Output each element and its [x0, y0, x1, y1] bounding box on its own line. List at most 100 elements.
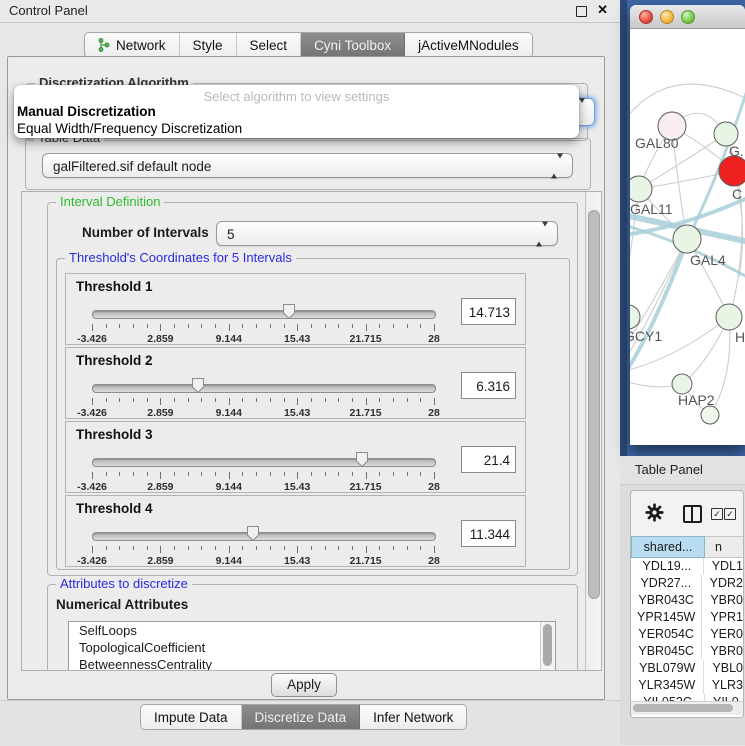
table-row[interactable]: YBR045CYBR0	[631, 643, 743, 660]
slider-track[interactable]	[92, 384, 436, 393]
slider-track[interactable]	[92, 458, 436, 467]
dropdown-option-manual[interactable]: Manual Discretization	[14, 104, 579, 121]
threshold-value-field[interactable]: 11.344	[461, 520, 516, 547]
slider-thumb[interactable]	[246, 525, 260, 542]
scrollbar-thumb[interactable]	[588, 210, 600, 599]
tab-style[interactable]: Style	[180, 33, 237, 57]
minimize-traffic-light-icon[interactable]	[660, 10, 674, 24]
table-data-combobox[interactable]: galFiltered.sif default node	[42, 153, 573, 178]
table-row[interactable]: YDR27...YDR2	[631, 575, 743, 592]
network-node[interactable]	[719, 156, 745, 186]
threshold-slider[interactable]: -3.4262.8599.14415.4321.71528	[92, 376, 434, 416]
show-columns-icon[interactable]	[683, 505, 702, 523]
list-scrollbar[interactable]	[540, 622, 555, 671]
apply-button[interactable]: Apply	[271, 673, 337, 697]
table-row[interactable]: YLR345WYLR3	[631, 677, 743, 694]
network-node[interactable]	[672, 374, 692, 394]
select-all-checkbox-icon[interactable]: ✓	[711, 508, 723, 520]
cell-name[interactable]: YBL0	[704, 660, 743, 677]
threshold-value-field[interactable]: 21.4	[461, 446, 516, 473]
tick-mark	[106, 472, 107, 476]
table-row[interactable]: YER054CYER0	[631, 626, 743, 643]
threshold-slider[interactable]: -3.4262.8599.14415.4321.71528	[92, 524, 434, 564]
threshold-slider[interactable]: -3.4262.8599.14415.4321.71528	[92, 302, 434, 342]
slider-track[interactable]	[92, 532, 436, 541]
cell-shared-name[interactable]: YLR345W	[631, 677, 704, 694]
tick-mark	[92, 472, 93, 479]
float-window-icon[interactable]	[576, 6, 587, 17]
tick-mark	[92, 546, 93, 553]
tick-mark	[311, 324, 312, 328]
attribute-item[interactable]: TopologicalCoefficient	[69, 639, 555, 656]
table-panel: ✓ ✓ shared... n YDL19...YDL1YDR27...YDR2…	[630, 490, 744, 718]
column-header-shared-name[interactable]: shared...	[631, 536, 705, 558]
cell-shared-name[interactable]: YDL19...	[631, 558, 704, 575]
cell-name[interactable]: YBR0	[702, 643, 743, 660]
threshold-value-field[interactable]: 6.316	[461, 372, 516, 399]
table-horizontal-scrollbar[interactable]	[631, 701, 743, 715]
tab-cyni-toolbox[interactable]: Cyni Toolbox	[301, 33, 405, 57]
attribute-item[interactable]: SelfLoops	[69, 622, 555, 639]
numerical-attributes-list[interactable]: SelfLoopsTopologicalCoefficientBetweenne…	[68, 621, 556, 671]
tick-mark	[160, 398, 161, 405]
close-traffic-light-icon[interactable]	[639, 10, 653, 24]
dropdown-option-equal-width[interactable]: Equal Width/Frequency Discretization	[14, 121, 579, 138]
settings-vertical-scrollbar[interactable]	[585, 192, 601, 670]
tick-mark	[366, 472, 367, 479]
tab-discretize-data[interactable]: Discretize Data	[242, 705, 361, 729]
tab-select[interactable]: Select	[237, 33, 302, 57]
cell-shared-name[interactable]: YER054C	[631, 626, 702, 643]
tick-mark	[106, 398, 107, 402]
table-row[interactable]: YBR043CYBR0	[631, 592, 743, 609]
threshold-value-field[interactable]: 14.713	[461, 298, 516, 325]
scrollbar-thumb[interactable]	[633, 704, 733, 712]
cell-name[interactable]: YDR2	[702, 575, 743, 592]
attribute-item[interactable]: BetweennessCentrality	[69, 656, 555, 671]
tick-label: 2.859	[147, 481, 173, 493]
tab-network[interactable]: Network	[85, 33, 180, 57]
gear-icon[interactable]	[645, 503, 664, 522]
cell-name[interactable]: YLR3	[704, 677, 743, 694]
tick-mark	[174, 324, 175, 328]
cell-shared-name[interactable]: YBR045C	[631, 643, 702, 660]
column-header-name[interactable]: n	[705, 536, 743, 558]
network-node[interactable]	[701, 406, 719, 424]
tick-mark	[325, 546, 326, 550]
table-row[interactable]: YDL19...YDL1	[631, 558, 743, 575]
tick-label: 9.144	[216, 407, 242, 419]
network-node[interactable]	[673, 225, 701, 253]
network-node[interactable]	[630, 176, 652, 202]
tab-jactivemnodules[interactable]: jActiveMNodules	[405, 33, 532, 57]
cell-name[interactable]: YDL1	[704, 558, 743, 575]
select-column-checkbox-icon[interactable]: ✓	[724, 508, 736, 520]
close-icon[interactable]: ✕	[597, 2, 608, 18]
table-row[interactable]: YBL079WYBL0	[631, 660, 743, 677]
cell-name[interactable]: YBR0	[702, 592, 743, 609]
tick-mark	[393, 472, 394, 476]
threshold-slider[interactable]: -3.4262.8599.14415.4321.71528	[92, 450, 434, 490]
cell-shared-name[interactable]: YBR043C	[631, 592, 702, 609]
slider-thumb[interactable]	[282, 303, 296, 320]
tick-mark	[215, 546, 216, 550]
cell-name[interactable]: YER0	[702, 626, 743, 643]
tab-infer-network[interactable]: Infer Network	[360, 705, 466, 729]
tick-label: 15.43	[284, 333, 310, 345]
cell-name[interactable]: YPR1	[702, 609, 743, 626]
tab-label: Network	[116, 34, 166, 57]
slider-track[interactable]	[92, 310, 436, 319]
network-canvas[interactable]: GAL80G.CGAL11GAL4GCY1HHAP2	[630, 29, 745, 444]
number-of-intervals-combobox[interactable]: 5	[216, 221, 558, 246]
network-node[interactable]	[716, 304, 742, 330]
zoom-traffic-light-icon[interactable]	[681, 10, 695, 24]
slider-thumb[interactable]	[191, 377, 205, 394]
table-row[interactable]: YPR145WYPR1	[631, 609, 743, 626]
tick-mark	[229, 398, 230, 405]
cell-shared-name[interactable]: YPR145W	[631, 609, 702, 626]
scrollbar-thumb[interactable]	[543, 624, 552, 666]
slider-thumb[interactable]	[355, 451, 369, 468]
tick-mark	[297, 472, 298, 479]
tab-impute-data[interactable]: Impute Data	[141, 705, 242, 729]
cell-shared-name[interactable]: YBL079W	[631, 660, 704, 677]
cell-shared-name[interactable]: YDR27...	[631, 575, 702, 592]
tick-mark	[366, 398, 367, 405]
